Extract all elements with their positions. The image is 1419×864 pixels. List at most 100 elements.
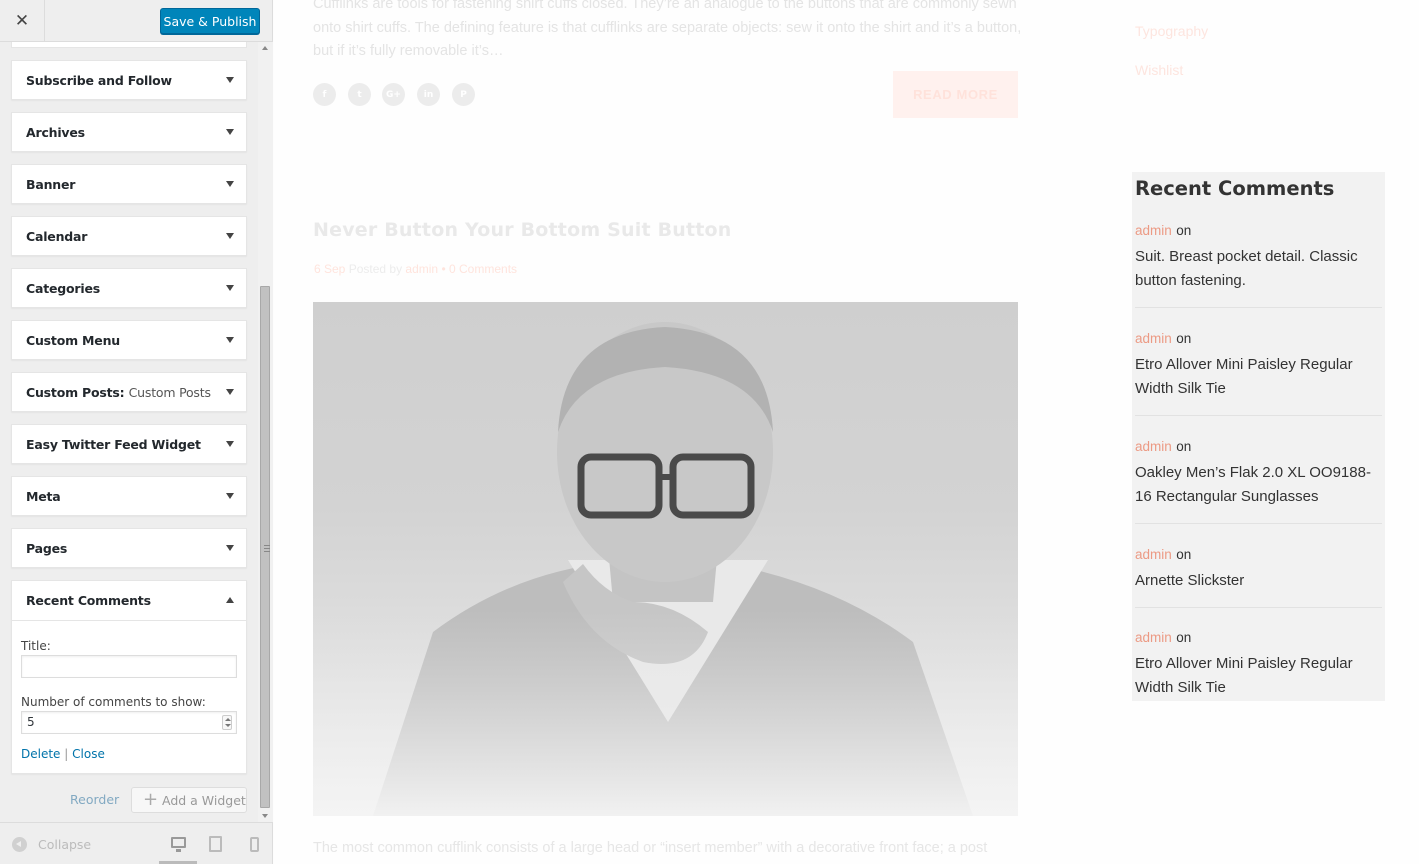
widget-pages[interactable]: Pages <box>11 528 247 568</box>
comment-post-link[interactable]: Suit. Breast pocket detail. Classic butt… <box>1135 245 1382 292</box>
arrow-down-icon[interactable] <box>226 493 234 499</box>
reorder-link[interactable]: Reorder <box>70 792 119 807</box>
widget-title-main: Custom Posts: <box>26 385 125 400</box>
collapse-arrow-icon <box>12 837 27 852</box>
menu-item-wishlist[interactable]: Wishlist <box>1135 62 1183 78</box>
widget-archives[interactable]: Archives <box>11 112 247 152</box>
widget-recent-comments-header[interactable]: Recent Comments <box>12 581 246 621</box>
widget-custom-posts[interactable]: Custom Posts: Custom Posts <box>11 372 247 412</box>
delete-link[interactable]: Delete <box>21 747 60 761</box>
post-title[interactable]: Never Button Your Bottom Suit Button <box>313 219 732 241</box>
widget-title: Meta <box>26 489 61 504</box>
google-plus-icon[interactable]: G+ <box>382 83 405 106</box>
customizer-header: ✕ Save & Publish <box>0 0 272 42</box>
man-with-glasses-photo <box>313 302 1018 816</box>
widget-subscribe-and-follow[interactable]: Subscribe and Follow <box>11 60 247 100</box>
plus-icon: + <box>143 789 159 810</box>
post-author-link[interactable]: admin <box>405 262 438 276</box>
arrow-down-icon[interactable] <box>226 285 234 291</box>
scroll-down-arrow-icon[interactable] <box>262 814 268 818</box>
comment-item: admin on Etro Allover Mini Paisley Regul… <box>1135 629 1382 699</box>
comment-author-link[interactable]: admin <box>1135 439 1172 454</box>
widget-banner[interactable]: Banner <box>11 164 247 204</box>
arrow-down-icon[interactable] <box>226 337 234 343</box>
comment-post-link[interactable]: Arnette Slickster <box>1135 569 1382 593</box>
arrow-up-icon[interactable] <box>226 597 234 603</box>
desktop-preview-icon[interactable] <box>171 837 186 852</box>
widget-title: Recent Comments <box>26 593 151 608</box>
arrow-down-icon[interactable] <box>226 389 234 395</box>
comment-author-link[interactable]: admin <box>1135 630 1172 645</box>
collapse-label: Collapse <box>38 837 92 852</box>
meta-separator: • <box>441 262 446 276</box>
scroll-up-arrow-icon[interactable] <box>262 46 268 50</box>
posted-by-label: Posted by <box>348 262 403 276</box>
comment-item: admin on Suit. Breast pocket detail. Cla… <box>1135 222 1382 292</box>
close-icon[interactable]: ✕ <box>0 0 45 42</box>
widget-title: Custom Posts: Custom Posts <box>26 385 211 400</box>
title-field-label: Title: <box>21 639 51 653</box>
comment-author-link[interactable]: admin <box>1135 223 1172 238</box>
widget-title: Easy Twitter Feed Widget <box>26 437 201 452</box>
comment-divider <box>1135 307 1382 308</box>
arrow-down-icon[interactable] <box>226 129 234 135</box>
linkedin-icon[interactable]: in <box>417 83 440 106</box>
add-widget-button[interactable]: + Add a Widget <box>131 787 247 813</box>
widget-subtitle: Custom Posts <box>128 385 211 400</box>
widget-meta[interactable]: Meta <box>11 476 247 516</box>
site-preview: Cufflinks are tools for fastening shirt … <box>274 0 1419 864</box>
tablet-preview-icon[interactable] <box>209 836 222 852</box>
spinner-arrows-icon[interactable] <box>222 715 232 730</box>
recent-comments-widget: Recent Comments admin on Suit. Breast po… <box>1132 172 1385 701</box>
scrollbar-thumb[interactable] <box>260 286 270 808</box>
title-field[interactable] <box>21 655 237 678</box>
comment-item: admin on Oakley Men’s Flak 2.0 XL OO9188… <box>1135 438 1382 508</box>
widget-list: Subscribe and Follow Archives Banner Cal… <box>0 42 258 822</box>
widget-calendar[interactable]: Calendar <box>11 216 247 256</box>
comment-divider <box>1135 523 1382 524</box>
widget-actions: Delete | Close <box>21 747 105 761</box>
comment-on-label: on <box>1176 331 1192 346</box>
widget-partial <box>11 42 247 48</box>
add-widget-label: Add a Widget <box>162 792 246 808</box>
facebook-icon[interactable]: f <box>313 83 336 106</box>
collapse-button[interactable]: Collapse <box>12 837 91 852</box>
post-featured-image[interactable] <box>313 302 1018 816</box>
comment-divider <box>1135 415 1382 416</box>
comment-divider <box>1135 607 1382 608</box>
comment-post-link[interactable]: Oakley Men’s Flak 2.0 XL OO9188-16 Recta… <box>1135 461 1382 508</box>
sidebar-scrollbar[interactable] <box>258 42 273 822</box>
comment-author-link[interactable]: admin <box>1135 331 1172 346</box>
post-comments-link[interactable]: 0 Comments <box>449 262 517 276</box>
customizer-sidebar: ✕ Save & Publish Subscribe and Follow Ar… <box>0 0 273 864</box>
arrow-down-icon[interactable] <box>226 77 234 83</box>
widget-easy-twitter-feed[interactable]: Easy Twitter Feed Widget <box>11 424 247 464</box>
widget-title: Subscribe and Follow <box>26 73 172 88</box>
pinterest-icon[interactable]: P <box>452 83 475 106</box>
arrow-down-icon[interactable] <box>226 545 234 551</box>
post-body-text: The most common cufflink consists of a l… <box>313 840 988 856</box>
widget-custom-menu[interactable]: Custom Menu <box>11 320 247 360</box>
widget-categories[interactable]: Categories <box>11 268 247 308</box>
twitter-icon[interactable]: t <box>348 83 371 106</box>
mobile-preview-icon[interactable] <box>250 837 259 852</box>
number-of-comments-field[interactable]: 5 <box>21 711 237 734</box>
arrow-down-icon[interactable] <box>226 441 234 447</box>
arrow-down-icon[interactable] <box>226 181 234 187</box>
widget-title: Pages <box>26 541 68 556</box>
comment-post-link[interactable]: Etro Allover Mini Paisley Regular Width … <box>1135 353 1382 400</box>
arrow-down-icon[interactable] <box>226 233 234 239</box>
comment-on-label: on <box>1176 223 1192 238</box>
scrollbar-grip-icon <box>264 545 270 552</box>
links-separator: | <box>64 747 69 761</box>
post-meta: 6 Sep Posted by admin • 0 Comments <box>314 262 517 276</box>
post-date[interactable]: 6 Sep <box>314 262 345 276</box>
comment-post-link[interactable]: Etro Allover Mini Paisley Regular Width … <box>1135 652 1382 699</box>
read-more-button[interactable]: READ MORE <box>893 71 1018 118</box>
comment-on-label: on <box>1176 630 1192 645</box>
comment-author-link[interactable]: admin <box>1135 547 1172 562</box>
close-link[interactable]: Close <box>72 747 105 761</box>
save-publish-button[interactable]: Save & Publish <box>160 8 260 34</box>
menu-item-typography[interactable]: Typography <box>1135 23 1208 39</box>
widget-title: Banner <box>26 177 76 192</box>
